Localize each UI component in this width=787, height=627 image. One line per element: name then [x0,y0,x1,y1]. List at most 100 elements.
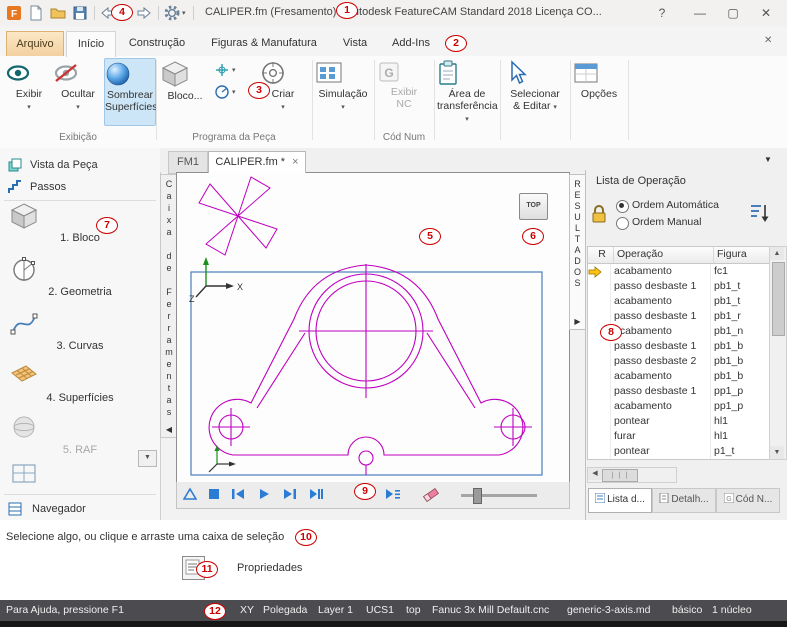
ribbon-separator [628,60,629,140]
step-raf[interactable]: 5. RAF [10,414,150,456]
sort-order-icon[interactable] [750,202,770,224]
step-curvas[interactable]: 3. Curvas [10,310,150,352]
save-icon[interactable] [72,5,88,21]
tab-arquivo[interactable]: Arquivo [6,31,64,58]
operation-row[interactable]: pontear p1_t [588,444,770,459]
stop-button[interactable] [207,487,223,503]
mini-dimension-button[interactable] [214,84,230,100]
ribbon-collapse-button[interactable]: ✕ [764,35,772,46]
tab-addins[interactable]: Add-Ins [382,31,440,56]
panel-tab-lista[interactable]: Lista d... [588,488,652,513]
scrollbar-thumb[interactable]: ❘❘❘ [602,469,638,482]
tab-vista[interactable]: Vista [332,31,378,56]
skip-to-start-button[interactable] [231,487,247,503]
step-geometria[interactable]: 2. Geometria [10,256,150,298]
operation-row[interactable]: passo desbaste 1 pb1_b [588,339,770,354]
scroll-down-icon[interactable]: ▼ [770,446,784,459]
new-document-icon[interactable] [28,5,44,21]
maximize-button[interactable]: ▢ [719,0,747,26]
bloco-button[interactable]: Bloco... [160,60,210,102]
selecionar-editar-button[interactable]: Selecionar & Editar ▾ [503,60,567,112]
doc-tab-fm1[interactable]: FM1 [168,151,208,174]
play-button[interactable] [257,487,273,503]
doc-tab-close-icon[interactable]: × [292,156,298,168]
panel-tab-codigo-nc[interactable]: G Cód N... [716,488,780,513]
status-view[interactable]: top [406,604,421,616]
operation-row[interactable]: furar hl1 [588,429,770,444]
opcoes-button[interactable]: Opções [573,60,625,100]
step-extra-partial[interactable] [10,462,150,486]
single-step-button[interactable] [183,487,199,503]
help-button[interactable]: ? [648,0,676,26]
fast-forward-button[interactable] [309,487,325,503]
dropdown-arrow-icon[interactable]: ▾ [182,9,186,17]
step-bloco[interactable]: 1. Bloco [10,202,150,244]
operations-scrollbar-horizontal[interactable]: ◀ ❘❘❘ [587,467,677,483]
operations-scrollbar-vertical[interactable]: ▲ ▼ [769,246,787,460]
panel-tab-detalhes[interactable]: Detalh... [652,488,716,513]
dropdown-arrow-icon[interactable]: ▾ [232,67,236,75]
minimize-button[interactable]: — [686,0,714,26]
status-machine-design[interactable]: generic-3-axis.md [567,604,650,616]
scroll-up-icon[interactable]: ▲ [770,247,784,260]
steps-expand-button[interactable]: ▼ [138,450,157,467]
status-ucs[interactable]: UCS1 [366,604,394,616]
radio-ordem-automatica[interactable] [616,200,629,213]
forward-icon[interactable] [136,5,152,21]
area-transferencia-button[interactable]: Área de transferência ▾ [437,60,498,124]
doc-tab-caliper-label: CALIPER.fm * [215,156,286,168]
mini-sketch-button[interactable] [214,62,230,78]
top-view-button[interactable]: TOP [519,193,548,220]
step-superficies[interactable]: 4. Superfícies [10,362,150,404]
col-header-r[interactable]: R [588,247,614,263]
operation-row[interactable]: acabamento pp1_p [588,399,770,414]
operations-table-header[interactable]: R Operação Figura [588,247,770,264]
status-postprocessor[interactable]: Fanuc 3x Mill Default.cnc [432,604,549,616]
col-header-operacao[interactable]: Operação [614,247,714,263]
operation-row[interactable]: passo desbaste 1 pp1_p [588,384,770,399]
operation-row[interactable]: passo desbaste 1 pb1_t [588,279,770,294]
sidebar-item-vista-da-peca[interactable]: Vista da Peça [0,154,160,176]
col-header-figura[interactable]: Figura [714,247,770,263]
settings-gear-icon[interactable] [164,5,180,21]
sombrear-superficies-button[interactable]: Sombrear Superfícies [104,58,158,126]
radio-ordem-manual[interactable] [616,217,629,230]
operation-row[interactable]: acabamento pb1_b [588,369,770,384]
drawing-viewport[interactable]: X Z TOP [176,172,570,484]
ocultar-button[interactable]: Ocultar ▾ [54,60,102,112]
operation-row[interactable]: acabamento fc1 [588,264,770,279]
exibir-nc-label-line1: Exibir [390,86,418,98]
exibir-button[interactable]: Exibir ▾ [6,60,52,112]
skip-to-end-button[interactable] [283,487,299,503]
operation-row[interactable]: passo desbaste 2 pb1_b [588,354,770,369]
operation-row[interactable]: acabamento pb1_t [588,294,770,309]
collapse-left-icon[interactable]: ◀ [161,425,177,434]
doc-tab-caliper[interactable]: CALIPER.fm * × [208,151,306,173]
tab-list-dropdown-icon[interactable]: ▼ [764,155,772,164]
open-file-icon[interactable] [50,5,66,21]
scrollbar-thumb[interactable] [772,262,785,336]
status-layer[interactable]: Layer 1 [318,604,353,616]
operation-row[interactable]: pontear hl1 [588,414,770,429]
expand-right-icon[interactable]: ▶ [570,317,585,326]
tab-figuras-manufatura[interactable]: Figuras & Manufatura [200,31,328,56]
tab-construcao[interactable]: Construção [118,31,196,56]
tab-inicio[interactable]: Início [66,31,116,57]
scroll-left-icon[interactable]: ◀ [588,468,602,480]
operation-row[interactable]: passo desbaste 1 pb1_r [588,309,770,324]
eraser-button[interactable] [423,487,439,503]
exibir-nc-button[interactable]: G Exibir NC [378,60,430,110]
results-collapsed-strip[interactable]: RESULTADOS ▶ [569,174,586,330]
play-to-next-operation-button[interactable] [385,487,401,503]
status-units[interactable]: Polegada [263,604,307,616]
sidebar-item-passos[interactable]: Passos [0,176,160,198]
slider-thumb[interactable] [473,488,482,504]
close-button[interactable]: ✕ [752,0,780,26]
status-cores[interactable]: 1 núcleo [712,604,752,616]
dropdown-arrow-icon[interactable]: ▾ [232,89,236,97]
sidebar-item-navegador[interactable]: Navegador [0,498,160,520]
status-mode[interactable]: básico [672,604,702,616]
simulacao-button[interactable]: Simulação ▾ [315,60,371,112]
lock-icon[interactable] [591,204,607,224]
status-xy[interactable]: XY [240,604,254,616]
